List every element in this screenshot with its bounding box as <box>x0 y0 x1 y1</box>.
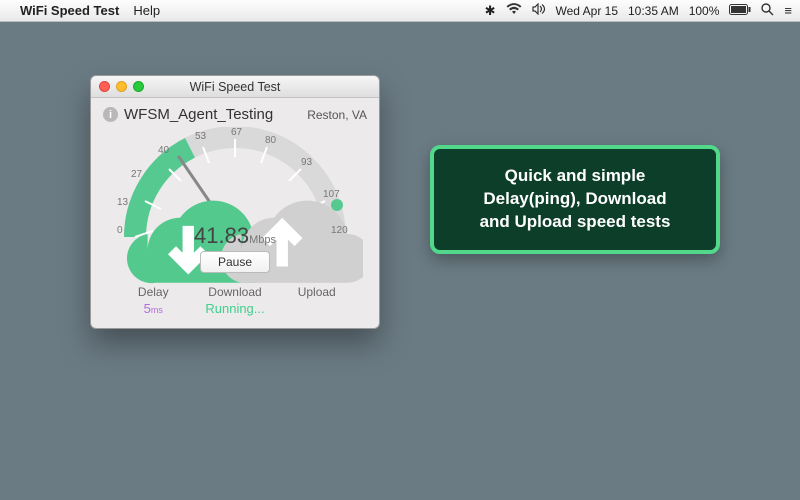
volume-icon[interactable] <box>532 3 546 18</box>
list-icon[interactable]: ≡ <box>784 3 792 18</box>
macos-menubar: WiFi Speed Test Help ✱ Wed Apr 15 10:35 … <box>0 0 800 22</box>
gauge-tick: 53 <box>195 131 206 142</box>
server-location: Reston, VA <box>307 108 367 122</box>
window-titlebar[interactable]: WiFi Speed Test <box>91 76 379 98</box>
battery-icon[interactable] <box>729 3 751 18</box>
wifi-icon[interactable] <box>506 3 522 18</box>
search-icon[interactable] <box>761 3 774 19</box>
delay-unit: ms <box>151 305 163 315</box>
callout-line2: Delay(ping), Download <box>452 188 698 211</box>
feature-callout: Quick and simple Delay(ping), Download a… <box>430 145 720 254</box>
menubar-status-area: ✱ Wed Apr 15 10:35 AM 100% ≡ <box>485 3 792 19</box>
info-icon[interactable]: i <box>103 107 118 122</box>
gauge-tick: 93 <box>301 157 312 168</box>
callout-line1: Quick and simple <box>452 165 698 188</box>
menubar-help[interactable]: Help <box>133 3 160 18</box>
menubar-date[interactable]: Wed Apr 15 <box>556 4 618 18</box>
speed-readout: 41.83Mbps <box>103 223 367 249</box>
window-title: WiFi Speed Test <box>91 80 379 94</box>
gauge-tick: 13 <box>117 197 128 208</box>
pause-button[interactable]: Pause <box>200 251 270 273</box>
delay-value: 5 <box>144 301 151 316</box>
app-window: WiFi Speed Test i WFSM_Agent_Testing Res… <box>90 75 380 329</box>
gauge-tick: 67 <box>231 127 242 138</box>
bluetooth-icon[interactable]: ✱ <box>485 3 496 19</box>
speed-gauge: 0 13 27 40 53 67 80 93 107 120 41.83Mbps… <box>103 127 367 277</box>
gauge-tick: 107 <box>323 189 340 200</box>
download-value: Running... <box>195 301 276 316</box>
menubar-battery-pct[interactable]: 100% <box>689 4 720 18</box>
gauge-tick: 80 <box>265 135 276 146</box>
speed-unit: Mbps <box>249 234 276 246</box>
network-ssid: WFSM_Agent_Testing <box>124 106 273 123</box>
gauge-tick: 27 <box>131 169 142 180</box>
speed-value: 41.83 <box>194 223 249 248</box>
gauge-tick: 40 <box>158 145 169 156</box>
callout-line3: and Upload speed tests <box>452 211 698 234</box>
menubar-app-name[interactable]: WiFi Speed Test <box>20 3 119 18</box>
menubar-time[interactable]: 10:35 AM <box>628 4 679 18</box>
